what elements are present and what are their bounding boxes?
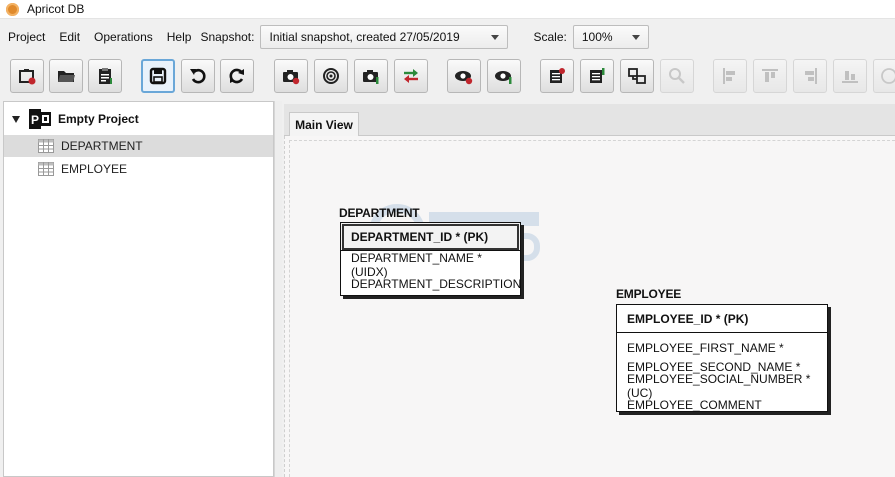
clipboard-icon — [99, 68, 112, 84]
snapshot-view-icon — [323, 68, 339, 84]
tree-item-label: DEPARTMENT — [61, 139, 143, 153]
tree-item-department[interactable]: DEPARTMENT — [4, 135, 273, 157]
align-top-button[interactable] — [753, 59, 787, 93]
align-top-icon — [762, 69, 778, 82]
align-bottom-button[interactable] — [833, 59, 867, 93]
tab-strip: Main View — [284, 104, 895, 136]
entity-primary-key: EMPLOYEE_ID * (PK) — [617, 305, 827, 333]
table-add-icon — [550, 68, 565, 83]
edit-table-button[interactable] — [580, 59, 614, 93]
table-edit-icon — [590, 68, 605, 83]
table-icon — [38, 162, 54, 176]
entity-column: EMPLOYEE_SOCIAL_NUMBER * (UC) — [627, 371, 811, 400]
snapshot-select[interactable]: Initial snapshot, created 27/05/2019 — [260, 25, 509, 49]
snapshot-edit-button[interactable] — [354, 59, 388, 93]
menu-bar: Project Edit Operations Help Snapshot: I… — [0, 22, 895, 52]
entity-title-employee: EMPLOYEE — [616, 287, 682, 301]
menu-operations[interactable]: Operations — [87, 30, 160, 44]
save-icon — [149, 67, 167, 85]
entity-employee[interactable]: EMPLOYEE_ID * (PK) EMPLOYEE_FIRST_NAME *… — [616, 304, 828, 412]
entity-column: DEPARTMENT_DESCRIPTION — [351, 276, 522, 291]
entity-column: EMPLOYEE_FIRST_NAME * — [627, 340, 784, 355]
add-table-button[interactable] — [540, 59, 574, 93]
toolbar — [0, 56, 895, 98]
window-title: Apricot DB — [27, 2, 85, 16]
main-area: Main View DEPARTMENT DEPARTMENT_ID * (PK… — [284, 104, 895, 477]
search-button[interactable] — [660, 59, 694, 93]
relationship-button[interactable] — [620, 59, 654, 93]
menu-edit[interactable]: Edit — [52, 30, 87, 44]
redo-button[interactable] — [220, 59, 254, 93]
snapshot-select-value: Initial snapshot, created 27/05/2019 — [269, 30, 460, 44]
compare-snapshots-button[interactable] — [394, 59, 428, 93]
entity-title-department: DEPARTMENT — [339, 206, 420, 220]
view-add-icon — [455, 71, 473, 85]
tab-main-view[interactable]: Main View — [289, 112, 359, 136]
snapshot-new-icon — [283, 70, 300, 85]
undo-button[interactable] — [181, 59, 215, 93]
align-left-icon — [723, 68, 735, 84]
more-button[interactable] — [873, 59, 895, 93]
tree-item-employee[interactable]: EMPLOYEE — [4, 158, 273, 180]
project-name: Empty Project — [58, 112, 139, 126]
tree-root-project[interactable]: P Empty Project — [12, 108, 139, 130]
redo-icon — [229, 68, 244, 84]
new-project-icon — [19, 69, 36, 85]
align-left-button[interactable] — [713, 59, 747, 93]
edit-view-button[interactable] — [487, 59, 521, 93]
entity-columns: DEPARTMENT_NAME * (UIDX) DEPARTMENT_DESC… — [341, 250, 522, 297]
search-icon — [669, 68, 685, 84]
entity-columns: EMPLOYEE_FIRST_NAME * EMPLOYEE_SECOND_NA… — [617, 333, 827, 418]
chevron-down-icon — [491, 35, 500, 40]
tree-item-label: EMPLOYEE — [61, 162, 128, 176]
snapshot-view-button[interactable] — [314, 59, 348, 93]
svg-text:P: P — [31, 113, 39, 127]
new-snapshot-button[interactable] — [274, 59, 308, 93]
view-edit-icon — [495, 71, 512, 84]
open-project-button[interactable] — [49, 59, 83, 93]
new-project-button[interactable] — [10, 59, 44, 93]
undo-icon — [190, 68, 206, 84]
scale-select[interactable]: 100% — [572, 25, 649, 49]
project-icon: P — [28, 108, 52, 130]
snapshot-edit-icon — [363, 70, 379, 84]
save-button[interactable] — [141, 59, 175, 93]
compare-icon — [404, 69, 418, 83]
entity-column: DEPARTMENT_NAME * (UIDX) — [351, 250, 482, 279]
chevron-down-icon — [631, 35, 640, 40]
project-tree: P Empty Project DEPARTMENT EMPLOYEE — [3, 101, 274, 477]
align-right-icon — [805, 68, 817, 84]
entity-department[interactable]: DEPARTMENT_ID * (PK) DEPARTMENT_NAME * (… — [340, 222, 521, 296]
table-icon — [38, 139, 54, 153]
add-view-button[interactable] — [447, 59, 481, 93]
clipboard-button[interactable] — [88, 59, 122, 93]
title-bar: Apricot DB — [0, 0, 895, 19]
align-right-button[interactable] — [793, 59, 827, 93]
relationship-icon — [628, 68, 646, 84]
snapshot-label: Snapshot: — [200, 30, 255, 44]
align-bottom-icon — [842, 71, 858, 83]
scale-select-value: 100% — [581, 30, 613, 44]
open-folder-icon — [58, 71, 75, 82]
menu-project[interactable]: Project — [0, 30, 52, 44]
expand-toggle-icon[interactable] — [12, 115, 20, 123]
apricot-app-icon — [6, 2, 19, 16]
entity-primary-key: DEPARTMENT_ID * (PK) — [341, 223, 520, 251]
panel-splitter[interactable] — [274, 101, 282, 477]
scale-label: Scale: — [533, 30, 567, 44]
diagram-canvas[interactable]: DEPARTMENT DEPARTMENT_ID * (PK) DEPARTME… — [284, 136, 895, 477]
menu-help[interactable]: Help — [160, 30, 199, 44]
more-icon — [880, 68, 895, 84]
